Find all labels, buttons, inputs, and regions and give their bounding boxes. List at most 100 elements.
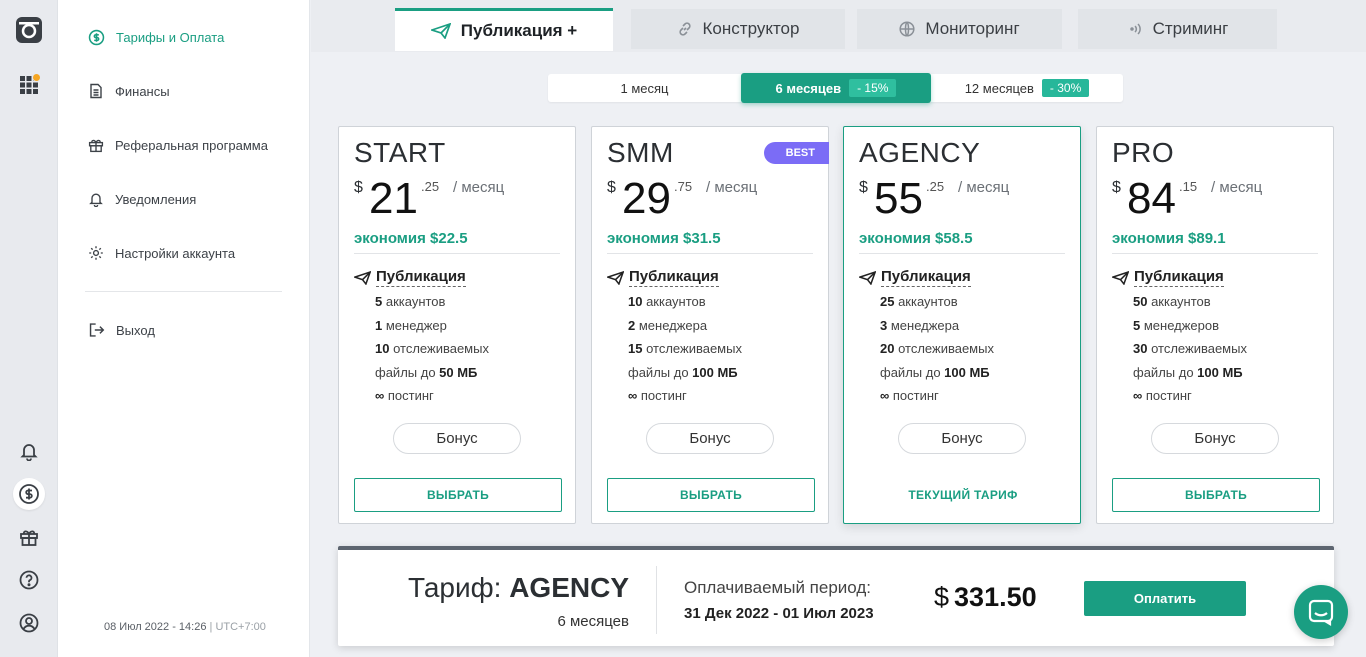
price-decimal: .25 bbox=[926, 179, 945, 194]
total-currency: $ bbox=[934, 582, 950, 612]
apps-grid-icon[interactable] bbox=[15, 71, 43, 99]
chat-widget-button[interactable] bbox=[1294, 585, 1348, 639]
menu-item-referral[interactable]: Реферальная программа bbox=[88, 137, 268, 153]
bonus-button[interactable]: Бонус bbox=[646, 423, 774, 454]
currency-symbol: $ bbox=[859, 179, 868, 196]
saving-amount: экономия $22.5 bbox=[354, 230, 468, 247]
summary-plan-name: AGENCY bbox=[509, 572, 629, 603]
menu-item-notifications[interactable]: Уведомления bbox=[88, 191, 196, 207]
plan-name: AGENCY bbox=[859, 137, 981, 168]
bonus-button[interactable]: Бонус bbox=[393, 423, 521, 454]
bonus-button[interactable]: Бонус bbox=[1151, 423, 1279, 454]
feature-posting: ∞ постинг bbox=[1133, 388, 1192, 403]
pay-button[interactable]: Оплатить bbox=[1084, 581, 1246, 616]
feature-group-label: Публикация bbox=[376, 268, 466, 287]
total-amount: $331.50 bbox=[934, 582, 1037, 613]
feature-managers: 3 менеджера bbox=[880, 318, 960, 333]
price-decimal: .15 bbox=[1179, 179, 1198, 194]
summary-months: 6 месяцев bbox=[557, 613, 629, 630]
period-label: 1 месяц bbox=[620, 80, 669, 96]
feature-file-size: файлы до 50 МБ bbox=[375, 365, 478, 380]
saving-amount: экономия $31.5 bbox=[607, 230, 721, 247]
help-icon[interactable] bbox=[15, 566, 43, 594]
menu-item-finance[interactable]: Финансы bbox=[88, 83, 170, 99]
user-circle-icon[interactable] bbox=[15, 609, 43, 637]
discount-badge: - 15% bbox=[849, 79, 897, 97]
camera-logo-icon[interactable] bbox=[15, 16, 43, 44]
dollar-circle-icon[interactable] bbox=[13, 478, 45, 510]
settings-menu: Тарифы и Оплата Финансы Реферальная прог… bbox=[58, 0, 310, 657]
card-divider bbox=[354, 253, 560, 254]
current-plan-label: ТЕКУЩИЙ ТАРИФ bbox=[859, 478, 1067, 512]
menu-item-label: Уведомления bbox=[115, 191, 197, 207]
summary-divider bbox=[656, 566, 657, 634]
menu-item-label: Тарифы и Оплата bbox=[116, 30, 225, 45]
saving-amount: экономия $89.1 bbox=[1112, 230, 1226, 247]
price-decimal: .25 bbox=[421, 179, 440, 194]
tab-label: Конструктор bbox=[702, 19, 800, 38]
period-option-1-month[interactable]: 1 месяц bbox=[548, 74, 741, 102]
price-period: / месяц bbox=[1211, 179, 1263, 196]
timezone: UTC+7:00 bbox=[215, 621, 266, 633]
plan-card-start: START $ 21 .25 / месяц экономия $22.5 Пу… bbox=[338, 126, 576, 524]
datetime-footer: 08 Июл 2022 - 14:26 | UTC+7:00 bbox=[104, 621, 266, 633]
currency-symbol: $ bbox=[607, 179, 616, 196]
billing-period-label: Оплачиваемый период: bbox=[684, 578, 871, 597]
feature-file-size: файлы до 100 МБ bbox=[628, 365, 738, 380]
feature-managers: 1 менеджер bbox=[375, 318, 447, 333]
choose-plan-button[interactable]: ВЫБРАТЬ bbox=[354, 478, 562, 512]
menu-item-tariffs[interactable]: Тарифы и Оплата bbox=[88, 29, 224, 46]
feature-posting: ∞ постинг bbox=[628, 388, 687, 403]
tab-publication[interactable]: Публикация + bbox=[395, 8, 613, 51]
choose-plan-button[interactable]: ВЫБРАТЬ bbox=[1112, 478, 1320, 512]
summary-plan: Тариф: AGENCY bbox=[408, 572, 629, 604]
feature-group-header[interactable]: Публикация bbox=[1112, 268, 1224, 287]
feature-managers: 5 менеджеров bbox=[1133, 318, 1220, 333]
currency-symbol: $ bbox=[354, 179, 363, 196]
card-divider bbox=[607, 253, 813, 254]
gift-icon[interactable] bbox=[15, 523, 43, 551]
menu-divider bbox=[85, 291, 282, 292]
feature-group-label: Публикация bbox=[881, 268, 971, 287]
feature-posting: ∞ постинг bbox=[880, 388, 939, 403]
feature-group-label: Публикация bbox=[629, 268, 719, 287]
plan-card-pro: PRO $ 84 .15 / месяц экономия $89.1 Публ… bbox=[1096, 126, 1334, 524]
tab-constructor[interactable]: Конструктор bbox=[631, 9, 845, 49]
billing-period-switch: 1 месяц 6 месяцев - 15% 12 месяцев - 30% bbox=[548, 73, 1123, 103]
tab-label: Мониторинг bbox=[925, 19, 1020, 38]
price-integer: 84 bbox=[1127, 174, 1176, 223]
price-period: / месяц bbox=[706, 179, 758, 196]
tab-monitoring[interactable]: Мониторинг bbox=[857, 9, 1062, 49]
bell-icon bbox=[89, 193, 103, 207]
tab-streaming[interactable]: Стриминг bbox=[1078, 9, 1277, 49]
icon-rail bbox=[0, 0, 58, 657]
choose-plan-button[interactable]: ВЫБРАТЬ bbox=[607, 478, 815, 512]
feature-accounts: 5 аккаунтов bbox=[375, 294, 446, 309]
period-option-6-months[interactable]: 6 месяцев - 15% bbox=[741, 73, 931, 103]
menu-item-account-settings[interactable]: Настройки аккаунта bbox=[88, 245, 235, 261]
notification-dot bbox=[32, 73, 41, 82]
tab-label: Стриминг bbox=[1152, 19, 1229, 38]
billing-period-dates: 31 Дек 2022 - 01 Июл 2023 bbox=[684, 605, 874, 622]
period-option-12-months[interactable]: 12 месяцев - 30% bbox=[931, 74, 1123, 102]
plan-card-smm: SMM BEST $ 29 .75 / месяц экономия $31.5… bbox=[591, 126, 829, 524]
logout-label: Выход bbox=[116, 322, 155, 338]
logout-link[interactable]: Выход bbox=[88, 322, 155, 338]
card-divider bbox=[859, 253, 1065, 254]
paper-plane-icon bbox=[1112, 270, 1129, 285]
feature-file-size: файлы до 100 МБ bbox=[880, 365, 990, 380]
best-badge: BEST bbox=[763, 142, 829, 164]
feature-group-header[interactable]: Публикация bbox=[607, 268, 719, 287]
current-datetime: 08 Июл 2022 - 14:26 bbox=[104, 621, 207, 633]
bell-icon[interactable] bbox=[15, 437, 43, 465]
feature-group-header[interactable]: Публикация bbox=[354, 268, 466, 287]
feature-group-label: Публикация bbox=[1134, 268, 1224, 287]
footer-separator: | bbox=[209, 621, 213, 633]
summary-plan-prefix: Тариф: bbox=[407, 572, 510, 603]
price-decimal: .75 bbox=[674, 179, 693, 194]
plan-name: SMM bbox=[607, 137, 674, 168]
chat-icon bbox=[1308, 599, 1334, 626]
bonus-button[interactable]: Бонус bbox=[898, 423, 1026, 454]
feature-group-header[interactable]: Публикация bbox=[859, 268, 971, 287]
broadcast-icon bbox=[1129, 23, 1141, 35]
